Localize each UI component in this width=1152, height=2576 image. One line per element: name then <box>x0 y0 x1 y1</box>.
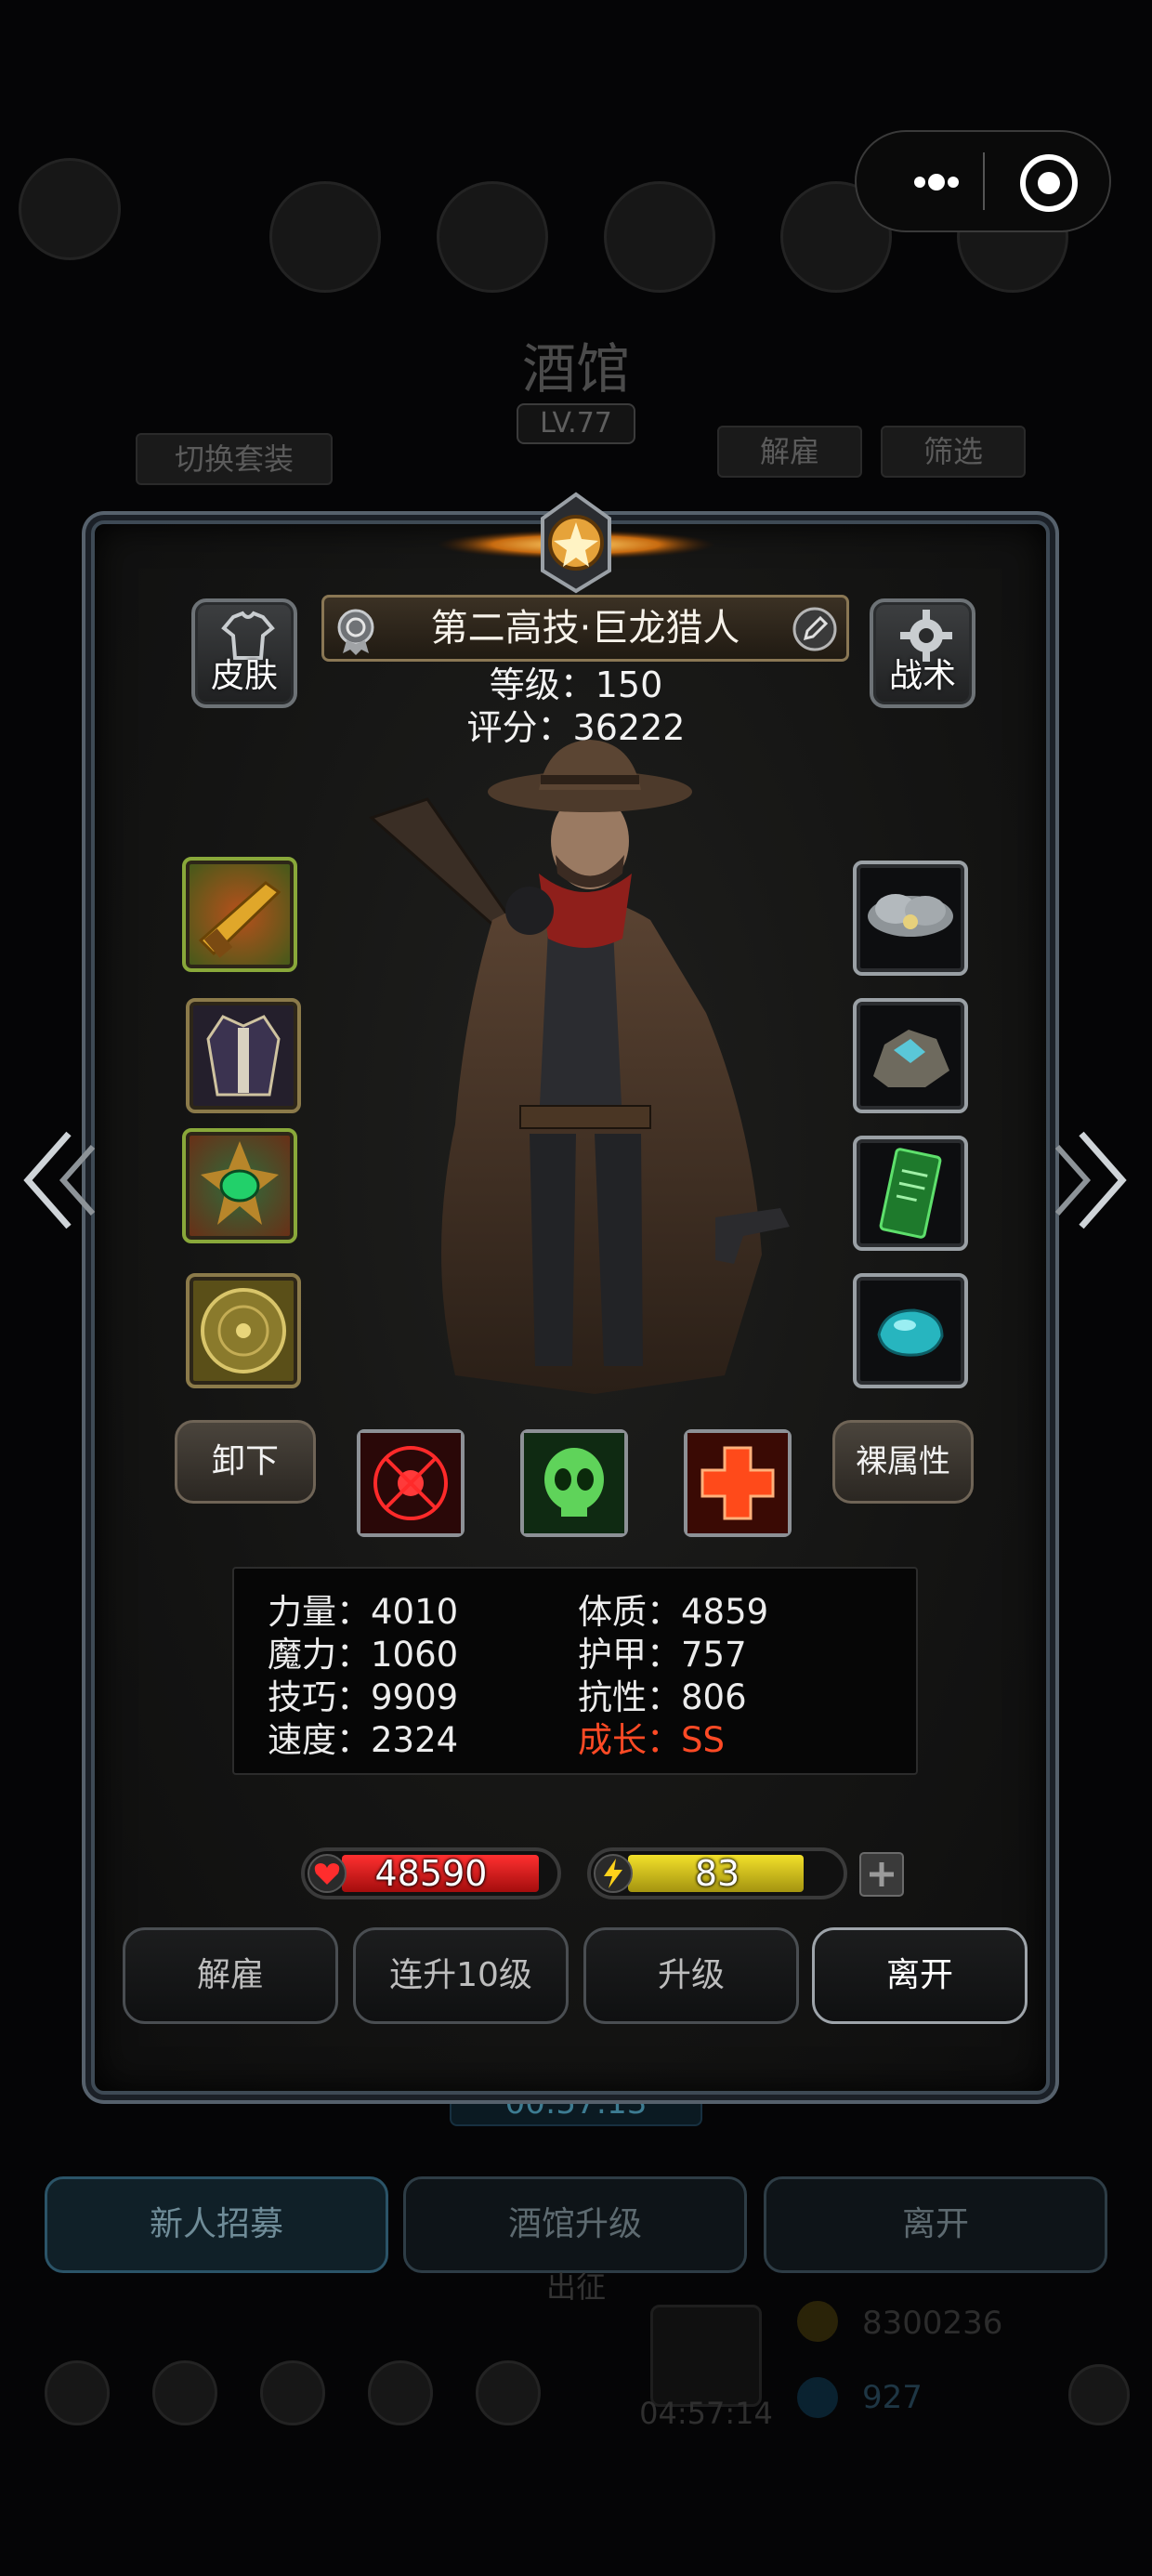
miniprogram-capsule <box>855 130 1111 232</box>
stat-speed: 速度：2324 <box>268 1720 459 1760</box>
nav-icon[interactable] <box>45 2360 110 2425</box>
tavern-title: 酒馆 <box>521 337 630 401</box>
gold-coin-icon <box>797 2301 838 2342</box>
equip-slot-accessory-3[interactable] <box>853 1136 968 1251</box>
equip-slot-weapon[interactable] <box>182 857 297 972</box>
switch-outfit-button[interactable]: 切换套装 <box>136 433 333 485</box>
leave-button[interactable]: 离开 <box>812 1927 1028 2024</box>
gold-amount: 8300236 <box>862 2305 1003 2342</box>
gem-amount: 927 <box>862 2379 923 2416</box>
resource-icon <box>604 181 715 293</box>
hero-name-plate: 第二高技·巨龙猎人 <box>321 595 849 662</box>
level-up-10-button[interactable]: 连升10级 <box>353 1927 569 2024</box>
equip-slot-armor[interactable] <box>186 998 301 1113</box>
capsule-divider <box>983 152 985 210</box>
gem-icon <box>797 2377 838 2418</box>
cyan-gem-icon <box>877 1308 944 1357</box>
tactics-label: 战术 <box>888 657 956 695</box>
stat-growth: 成长：SS <box>578 1720 725 1760</box>
medal-icon <box>337 609 374 655</box>
skill-slot-2[interactable] <box>520 1429 628 1537</box>
skill-slot-3[interactable] <box>684 1429 792 1537</box>
equip-slot-amulet[interactable] <box>182 1128 297 1243</box>
expedition-label: 出征 <box>545 2269 606 2305</box>
resource-icon <box>269 181 381 293</box>
stat-skill: 技巧：9909 <box>268 1677 459 1717</box>
hp-bar: 48590 <box>301 1847 561 1899</box>
stat-constitution: 体质：4859 <box>578 1592 769 1632</box>
dismiss-tab[interactable]: 解雇 <box>717 426 862 478</box>
energy-value: 83 <box>694 1853 740 1894</box>
base-attributes-button[interactable]: 裸属性 <box>832 1420 974 1504</box>
equip-slot-shield[interactable] <box>186 1273 301 1388</box>
expedition-timer: 04:57:14 <box>639 2396 773 2431</box>
nav-icon[interactable] <box>476 2360 541 2425</box>
green-card-icon <box>879 1148 942 1239</box>
skill-slot-1[interactable] <box>357 1429 465 1537</box>
resource-icon <box>437 181 548 293</box>
green-skull-skill-icon <box>524 1433 624 1533</box>
target-close-icon <box>1020 154 1078 212</box>
emerald-amulet-icon <box>201 1141 279 1225</box>
equip-slot-accessory-4[interactable] <box>853 1273 968 1388</box>
stat-resistance: 抗性：806 <box>578 1677 747 1717</box>
equip-slot-accessory-2[interactable] <box>853 998 968 1113</box>
next-hero-button[interactable] <box>1054 1124 1137 1236</box>
round-shield-icon <box>201 1288 286 1373</box>
coat-armor-icon <box>206 1015 281 1097</box>
edit-name-icon[interactable] <box>791 605 839 653</box>
palm-icon <box>19 158 121 260</box>
more-dots-icon <box>914 174 959 191</box>
storm-cloud-icon <box>868 894 953 937</box>
golden-shotgun-icon <box>198 881 281 958</box>
stat-strength: 力量：4010 <box>268 1592 459 1632</box>
add-icon[interactable] <box>1068 2364 1130 2425</box>
stat-magic: 魔力：1060 <box>268 1635 459 1675</box>
previous-hero-button[interactable] <box>13 1124 97 1236</box>
skin-label: 皮肤 <box>210 657 278 695</box>
tavern-upgrade-button[interactable]: 酒馆升级 <box>403 2176 747 2273</box>
energy-bar: 83 <box>587 1847 847 1899</box>
emblem-ornament-icon <box>437 492 715 594</box>
skin-button[interactable]: 皮肤 <box>191 598 297 708</box>
close-miniprogram-button[interactable] <box>1015 149 1083 217</box>
hp-value: 48590 <box>374 1853 488 1894</box>
filter-tab[interactable]: 筛选 <box>881 426 1026 478</box>
ore-rock-icon <box>873 1030 949 1087</box>
equip-slot-accessory-1[interactable] <box>853 861 968 976</box>
nav-icon[interactable] <box>152 2360 217 2425</box>
level-up-button[interactable]: 升级 <box>583 1927 799 2024</box>
nav-icon[interactable] <box>368 2360 433 2425</box>
dismiss-button[interactable]: 解雇 <box>123 1927 338 2024</box>
gift-box-icon[interactable] <box>650 2305 762 2407</box>
stats-panel: 力量：4010 魔力：1060 技巧：9909 速度：2324 体质：4859 … <box>232 1567 918 1775</box>
hero-name: 第二高技·巨龙猎人 <box>430 607 740 650</box>
more-button[interactable] <box>884 154 987 210</box>
hero-portrait <box>369 740 790 1394</box>
unequip-button[interactable]: 卸下 <box>175 1420 316 1504</box>
stat-armor: 护甲：757 <box>578 1635 747 1675</box>
add-energy-button[interactable] <box>858 1851 905 1898</box>
tactics-button[interactable]: 战术 <box>870 598 975 708</box>
target-skill-icon <box>360 1433 461 1533</box>
tavern-level: LV.77 <box>517 403 635 444</box>
red-cross-skill-icon <box>687 1433 788 1533</box>
tavern-leave-button[interactable]: 离开 <box>764 2176 1107 2273</box>
nav-icon[interactable] <box>260 2360 325 2425</box>
new-recruit-button[interactable]: 新人招募 <box>45 2176 388 2273</box>
